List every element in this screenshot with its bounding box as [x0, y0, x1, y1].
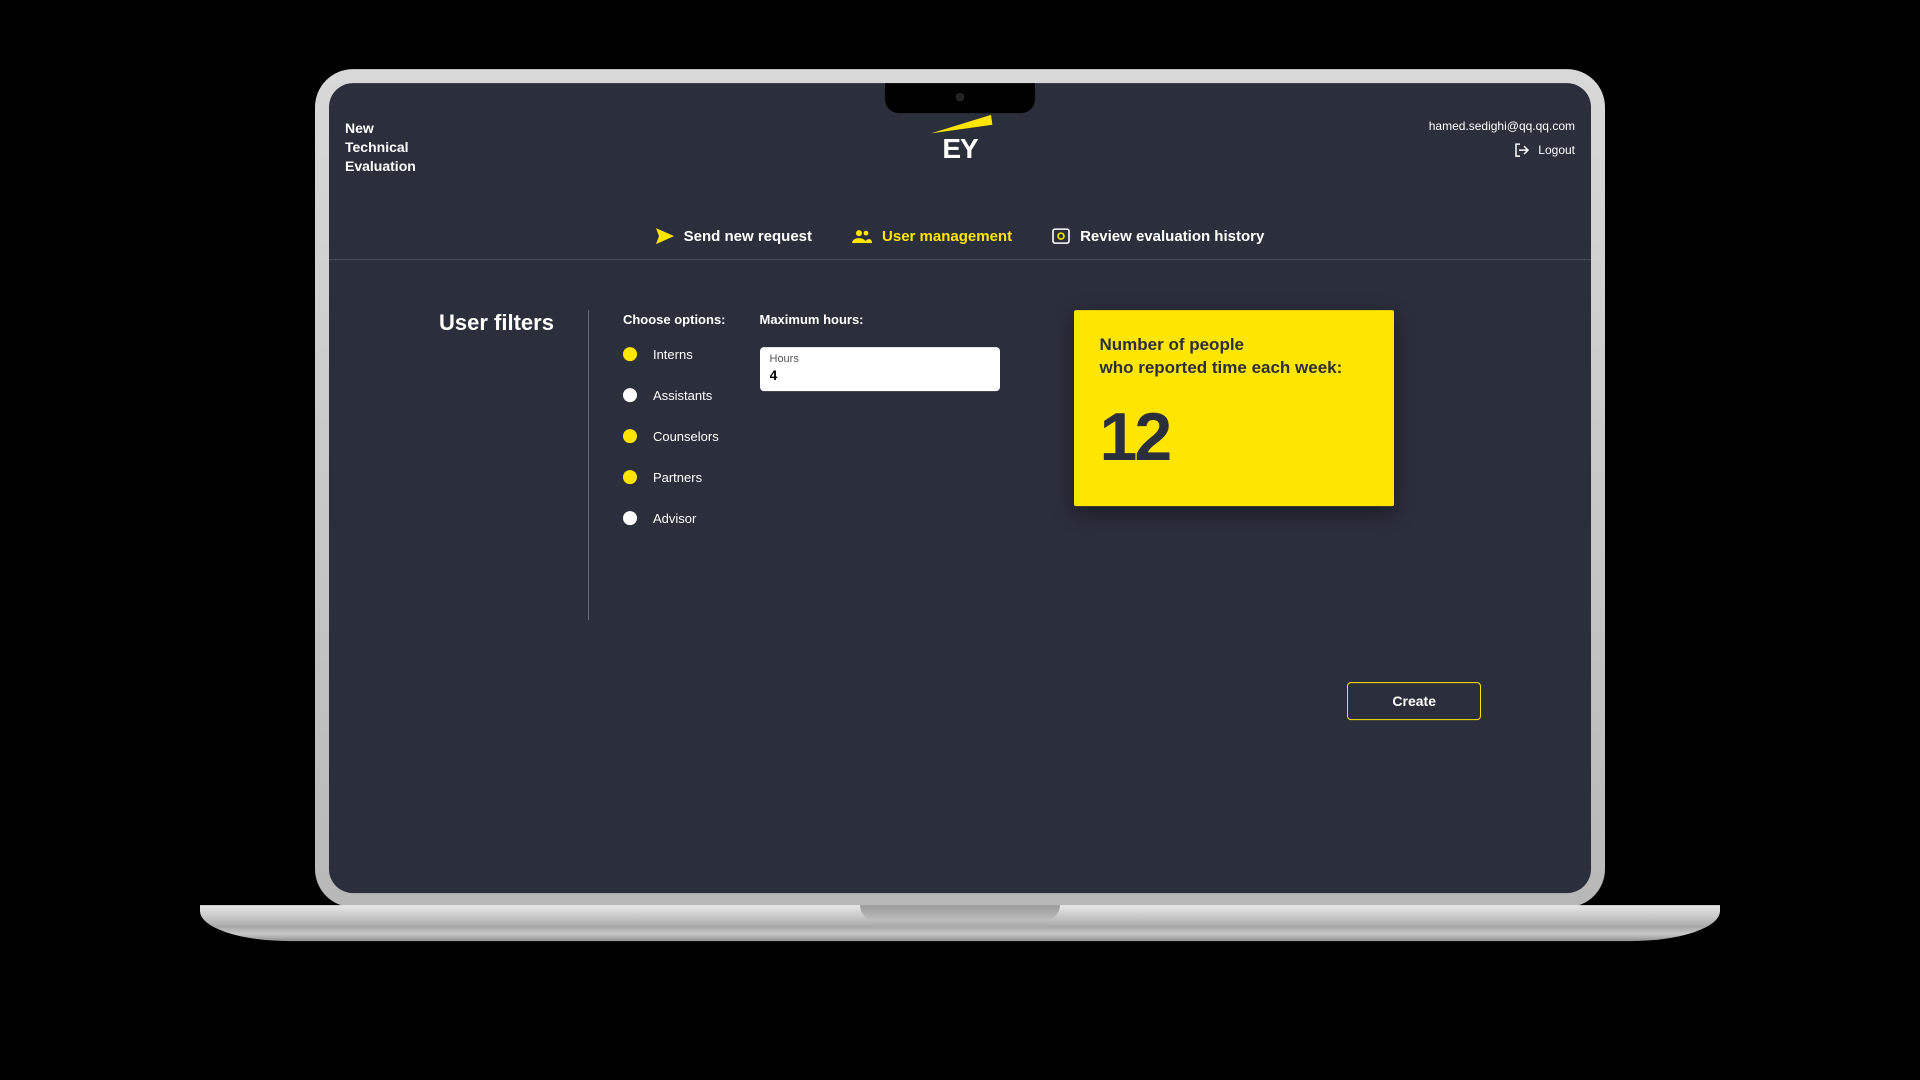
page-title-line: Evaluation [345, 157, 416, 176]
nav-user-management[interactable]: User management [852, 228, 1012, 245]
filter-option-assistants[interactable]: Assistants [623, 388, 726, 403]
vertical-divider [588, 310, 589, 620]
radio-icon [623, 511, 637, 525]
hours-section: Maximum hours: Hours [760, 310, 1000, 620]
filter-option-label: Assistants [653, 388, 712, 403]
filter-option-advisor[interactable]: Advisor [623, 511, 726, 526]
stat-title-line: Number of people [1100, 334, 1368, 357]
main-nav: Send new request User management Review … [329, 228, 1591, 260]
logout-label: Logout [1538, 143, 1575, 157]
logout-button[interactable]: Logout [1429, 143, 1575, 157]
logout-icon [1514, 143, 1530, 157]
filter-options: Choose options: Interns Assistants Counsel… [623, 310, 726, 620]
app-viewport: New Technical Evaluation hamed.sedighi@q… [329, 83, 1591, 893]
app-root: New Technical Evaluation hamed.sedighi@q… [329, 83, 1591, 893]
hours-input[interactable]: Hours [760, 347, 1000, 391]
radio-icon [623, 388, 637, 402]
stat-value: 12 [1100, 398, 1368, 476]
nav-label: Review evaluation history [1080, 228, 1264, 245]
page-title-line: New [345, 119, 416, 138]
camera-icon [956, 93, 964, 101]
nav-label: User management [882, 228, 1012, 245]
laptop-trackpad-notch [860, 905, 1060, 921]
laptop-notch [885, 83, 1035, 113]
camera-square-icon [1052, 228, 1070, 244]
filter-option-counselors[interactable]: Counselors [623, 429, 726, 444]
radio-icon [623, 429, 637, 443]
filter-option-interns[interactable]: Interns [623, 347, 726, 362]
stat-title-line: who reported time each week: [1100, 357, 1368, 380]
filter-option-label: Interns [653, 347, 693, 362]
hours-field[interactable] [770, 365, 990, 383]
filter-option-partners[interactable]: Partners [623, 470, 726, 485]
filter-option-label: Partners [653, 470, 702, 485]
hours-label: Maximum hours: [760, 312, 1000, 327]
filter-option-label: Counselors [653, 429, 719, 444]
create-button[interactable]: Create [1347, 682, 1481, 720]
brand-logo: EY [928, 119, 992, 165]
radio-icon [623, 347, 637, 361]
stat-card: Number of people who reported time each … [1074, 310, 1394, 506]
send-icon [656, 228, 674, 244]
filter-option-label: Advisor [653, 511, 696, 526]
options-label: Choose options: [623, 312, 726, 327]
nav-review-history[interactable]: Review evaluation history [1052, 228, 1264, 245]
user-area: hamed.sedighi@qq.qq.com Logout [1429, 119, 1575, 157]
stat-card-column: Number of people who reported time each … [1074, 310, 1394, 620]
page-title: New Technical Evaluation [345, 119, 416, 176]
nav-send-request[interactable]: Send new request [656, 228, 812, 245]
stat-card-title: Number of people who reported time each … [1100, 334, 1368, 380]
content-area: User filters Choose options: Interns Assi… [329, 260, 1591, 620]
user-email: hamed.sedighi@qq.qq.com [1429, 119, 1575, 133]
hours-field-label: Hours [770, 353, 990, 365]
page-title-line: Technical [345, 138, 416, 157]
laptop-base [200, 905, 1720, 941]
users-icon [852, 229, 872, 243]
filters-heading: User filters [439, 310, 554, 620]
action-row: Create [329, 620, 1591, 720]
nav-label: Send new request [684, 228, 812, 245]
logo-text: EY [928, 133, 992, 165]
laptop-mockup: New Technical Evaluation hamed.sedighi@q… [315, 69, 1605, 941]
radio-icon [623, 470, 637, 484]
laptop-screen-frame: New Technical Evaluation hamed.sedighi@q… [315, 69, 1605, 907]
